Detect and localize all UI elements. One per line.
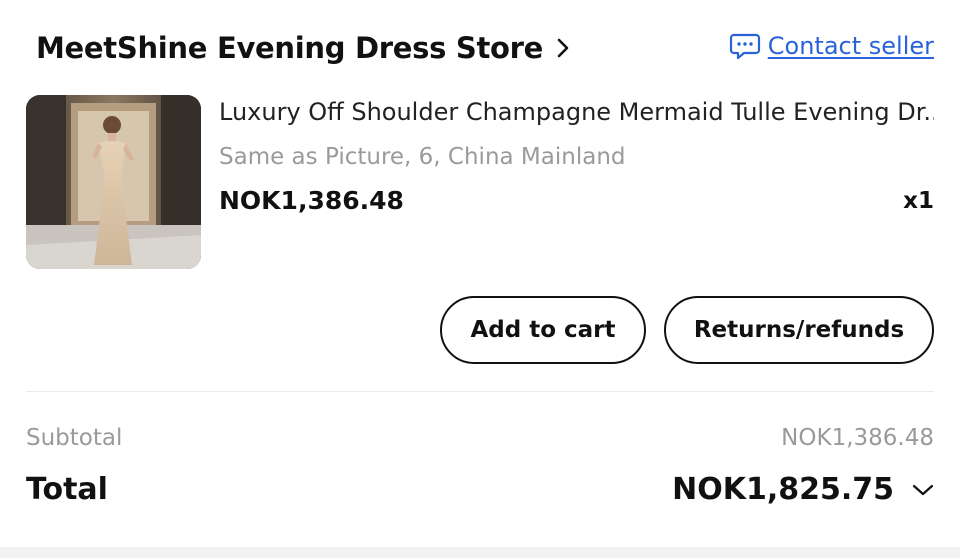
product-title[interactable]: Luxury Off Shoulder Champagne Mermaid Tu… xyxy=(219,98,934,126)
chevron-down-icon xyxy=(912,483,934,497)
add-to-cart-button[interactable]: Add to cart xyxy=(440,296,646,364)
total-toggle[interactable]: NOK1,825.75 xyxy=(672,472,934,507)
product-variant: Same as Picture, 6, China Mainland xyxy=(219,144,626,170)
product-image[interactable] xyxy=(26,95,201,269)
product-price: NOK1,386.48 xyxy=(219,186,404,215)
contact-seller-link[interactable]: Contact seller xyxy=(729,32,934,60)
chevron-right-icon xyxy=(557,38,569,58)
store-link[interactable]: MeetShine Evening Dress Store xyxy=(36,26,569,70)
product-quantity: x1 xyxy=(903,188,934,214)
store-header: MeetShine Evening Dress Store Contact se… xyxy=(36,26,934,70)
bottom-band xyxy=(0,547,960,558)
chat-bubble-icon xyxy=(729,32,761,60)
subtotal-value: NOK1,386.48 xyxy=(781,425,934,451)
store-name: MeetShine Evening Dress Store xyxy=(36,31,544,65)
returns-refunds-button[interactable]: Returns/refunds xyxy=(664,296,934,364)
subtotal-label: Subtotal xyxy=(26,425,123,451)
total-value: NOK1,825.75 xyxy=(672,472,894,507)
divider xyxy=(26,391,934,392)
contact-seller-label: Contact seller xyxy=(767,32,934,60)
total-label: Total xyxy=(26,472,108,507)
